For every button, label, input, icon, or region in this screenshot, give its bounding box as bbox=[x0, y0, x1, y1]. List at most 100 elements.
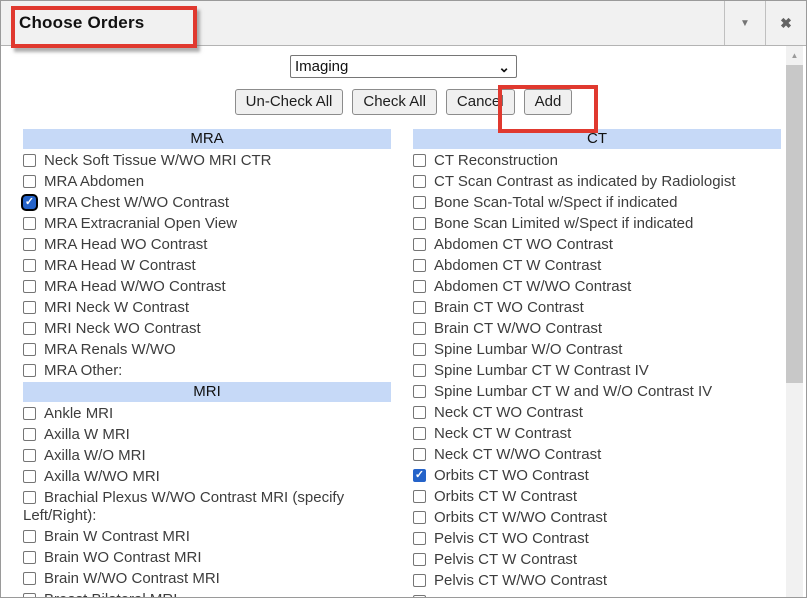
checkbox-icon[interactable] bbox=[23, 238, 36, 251]
order-checkbox-row[interactable]: Brain CT W/WO Contrast bbox=[413, 318, 781, 339]
order-checkbox-row[interactable]: Orbits CT W Contrast bbox=[413, 486, 781, 507]
order-checkbox-row[interactable]: MRA Chest W/WO Contrast bbox=[23, 192, 391, 213]
order-checkbox-row[interactable]: Breast Bilateral MRI bbox=[23, 589, 391, 598]
scrollbar-thumb[interactable] bbox=[786, 65, 803, 383]
order-checkbox-row[interactable]: MRA Other: bbox=[23, 360, 391, 381]
checkbox-icon[interactable] bbox=[23, 364, 36, 377]
checkbox-icon[interactable] bbox=[23, 217, 36, 230]
order-checkbox-row[interactable]: Bone Scan Limited w/Spect if indicated bbox=[413, 213, 781, 234]
checkbox-checked-icon[interactable] bbox=[413, 469, 426, 482]
order-checkbox-row[interactable]: Pelvis CT WO Contrast bbox=[413, 528, 781, 549]
checkbox-icon[interactable] bbox=[413, 154, 426, 167]
order-checkbox-row[interactable]: MRA Abdomen bbox=[23, 171, 391, 192]
checkbox-icon[interactable] bbox=[413, 553, 426, 566]
checkbox-icon[interactable] bbox=[23, 470, 36, 483]
checkbox-icon[interactable] bbox=[413, 406, 426, 419]
order-checkbox-row[interactable] bbox=[413, 591, 781, 598]
titlebar-buttons: ▼ ✖ bbox=[724, 1, 806, 45]
order-checkbox-row[interactable]: MRA Head WO Contrast bbox=[23, 234, 391, 255]
checkbox-icon[interactable] bbox=[413, 448, 426, 461]
order-checkbox-row[interactable]: Pelvis CT W Contrast bbox=[413, 549, 781, 570]
checkbox-icon[interactable] bbox=[23, 175, 36, 188]
checkbox-icon[interactable] bbox=[23, 551, 36, 564]
checkbox-icon[interactable] bbox=[413, 238, 426, 251]
order-checkbox-row[interactable]: Bone Scan-Total w/Spect if indicated bbox=[413, 192, 781, 213]
checkbox-icon[interactable] bbox=[23, 301, 36, 314]
order-checkbox-row[interactable]: CT Scan Contrast as indicated by Radiolo… bbox=[413, 171, 781, 192]
order-label: Brain WO Contrast MRI bbox=[44, 549, 202, 566]
checkbox-icon[interactable] bbox=[413, 301, 426, 314]
checkbox-icon[interactable] bbox=[413, 385, 426, 398]
order-checkbox-row[interactable]: MRA Head W/WO Contrast bbox=[23, 276, 391, 297]
check-all-button[interactable]: Check All bbox=[352, 89, 437, 115]
checkbox-icon[interactable] bbox=[23, 530, 36, 543]
checkbox-icon[interactable] bbox=[23, 407, 36, 420]
checkbox-icon[interactable] bbox=[413, 343, 426, 356]
order-checkbox-row[interactable]: Brachial Plexus W/WO Contrast MRI (speci… bbox=[23, 487, 391, 526]
checkbox-icon[interactable] bbox=[413, 532, 426, 545]
checkbox-icon[interactable] bbox=[413, 574, 426, 587]
order-checkbox-row[interactable]: Orbits CT WO Contrast bbox=[413, 465, 781, 486]
uncheck-all-button[interactable]: Un-Check All bbox=[235, 89, 344, 115]
scroll-up-button[interactable]: ▲ bbox=[786, 46, 803, 64]
order-checkbox-row[interactable]: Orbits CT W/WO Contrast bbox=[413, 507, 781, 528]
cancel-button[interactable]: Cancel bbox=[446, 89, 515, 115]
order-checkbox-row[interactable]: Brain W Contrast MRI bbox=[23, 526, 391, 547]
order-checkbox-row[interactable]: MRA Renals W/WO bbox=[23, 339, 391, 360]
checkbox-icon[interactable] bbox=[413, 511, 426, 524]
order-checkbox-row[interactable]: CT Reconstruction bbox=[413, 150, 781, 171]
checkbox-icon[interactable] bbox=[23, 593, 36, 598]
order-checkbox-row[interactable]: Spine Lumbar CT W and W/O Contrast IV bbox=[413, 381, 781, 402]
order-checkbox-row[interactable]: Brain W/WO Contrast MRI bbox=[23, 568, 391, 589]
order-checkbox-row[interactable]: Brain WO Contrast MRI bbox=[23, 547, 391, 568]
dialog-content: Imaging ⌄ Un-Check All Check All Cancel … bbox=[1, 46, 806, 597]
order-checkbox-row[interactable]: MRA Extracranial Open View bbox=[23, 213, 391, 234]
order-checkbox-row[interactable]: Axilla W/WO MRI bbox=[23, 466, 391, 487]
checkbox-icon[interactable] bbox=[413, 175, 426, 188]
order-checkbox-row[interactable]: Neck CT WO Contrast bbox=[413, 402, 781, 423]
order-checkbox-row[interactable]: Abdomen CT W/WO Contrast bbox=[413, 276, 781, 297]
order-checkbox-row[interactable]: MRI Neck WO Contrast bbox=[23, 318, 391, 339]
checkbox-icon[interactable] bbox=[23, 343, 36, 356]
order-checkbox-row[interactable]: Axilla W/O MRI bbox=[23, 445, 391, 466]
checkbox-icon[interactable] bbox=[23, 322, 36, 335]
order-checkbox-row[interactable]: MRI Neck W Contrast bbox=[23, 297, 391, 318]
order-label: Abdomen CT W Contrast bbox=[434, 257, 601, 274]
order-checkbox-row[interactable]: Axilla W MRI bbox=[23, 424, 391, 445]
checkbox-icon[interactable] bbox=[23, 449, 36, 462]
order-checkbox-row[interactable]: MRA Head W Contrast bbox=[23, 255, 391, 276]
order-checkbox-row[interactable]: Neck CT W/WO Contrast bbox=[413, 444, 781, 465]
order-label: Breast Bilateral MRI bbox=[44, 591, 177, 598]
order-checkbox-row[interactable]: Neck Soft Tissue W/WO MRI CTR bbox=[23, 150, 391, 171]
checkbox-icon[interactable] bbox=[413, 595, 426, 598]
checkbox-icon[interactable] bbox=[23, 259, 36, 272]
order-checkbox-row[interactable]: Spine Lumbar CT W Contrast IV bbox=[413, 360, 781, 381]
checkbox-icon[interactable] bbox=[413, 259, 426, 272]
checkbox-checked-icon[interactable] bbox=[23, 196, 36, 209]
order-checkbox-row[interactable]: Abdomen CT WO Contrast bbox=[413, 234, 781, 255]
add-button[interactable]: Add bbox=[524, 89, 573, 115]
checkbox-icon[interactable] bbox=[23, 572, 36, 585]
order-checkbox-row[interactable]: Abdomen CT W Contrast bbox=[413, 255, 781, 276]
checkbox-icon[interactable] bbox=[413, 217, 426, 230]
checkbox-icon[interactable] bbox=[23, 280, 36, 293]
checkbox-icon[interactable] bbox=[413, 364, 426, 377]
checkbox-icon[interactable] bbox=[23, 491, 36, 504]
checkbox-icon[interactable] bbox=[23, 154, 36, 167]
checkbox-icon[interactable] bbox=[413, 280, 426, 293]
collapse-button[interactable]: ▼ bbox=[724, 1, 765, 45]
order-checkbox-row[interactable]: Brain CT WO Contrast bbox=[413, 297, 781, 318]
checkbox-icon[interactable] bbox=[413, 490, 426, 503]
category-select[interactable]: Imaging ⌄ bbox=[290, 55, 517, 78]
order-checkbox-row[interactable]: Ankle MRI bbox=[23, 403, 391, 424]
order-checkbox-row[interactable]: Neck CT W Contrast bbox=[413, 423, 781, 444]
dialog-titlebar: Choose Orders ▼ ✖ bbox=[1, 1, 806, 46]
order-checkbox-row[interactable]: Pelvis CT W/WO Contrast bbox=[413, 570, 781, 591]
checkbox-icon[interactable] bbox=[413, 322, 426, 335]
order-checkbox-row[interactable]: Spine Lumbar W/O Contrast bbox=[413, 339, 781, 360]
checkbox-icon[interactable] bbox=[413, 196, 426, 209]
checkbox-icon[interactable] bbox=[413, 427, 426, 440]
vertical-scrollbar[interactable]: ▲ bbox=[786, 46, 803, 597]
close-button[interactable]: ✖ bbox=[765, 1, 806, 45]
checkbox-icon[interactable] bbox=[23, 428, 36, 441]
